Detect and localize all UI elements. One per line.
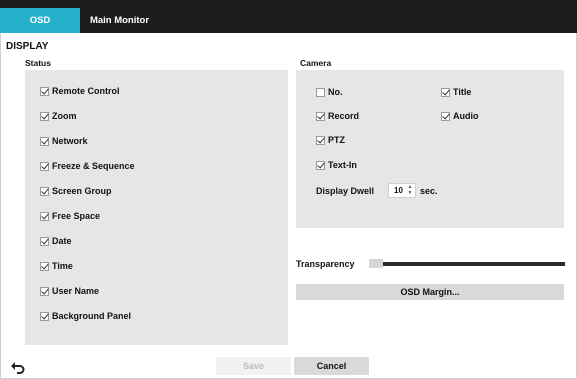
checkbox-user-name[interactable]: User Name <box>40 286 99 296</box>
transparency-slider-track[interactable] <box>369 262 565 266</box>
checkbox-label: Title <box>453 87 472 97</box>
checkbox-label: Date <box>52 236 72 246</box>
checkbox-label: PTZ <box>328 135 345 145</box>
checkbox-network[interactable]: Network <box>40 136 88 146</box>
checkbox-remote-control[interactable]: Remote Control <box>40 86 120 96</box>
checkbox-time[interactable]: Time <box>40 261 73 271</box>
checkbox-icon[interactable] <box>40 211 49 221</box>
checkbox-text-in[interactable]: Text-In <box>316 160 357 170</box>
checkbox-icon[interactable] <box>316 87 325 97</box>
checkbox-label: Freeze & Sequence <box>52 161 135 171</box>
checkbox-background-panel[interactable]: Background Panel <box>40 311 131 321</box>
checkbox-label: Time <box>52 261 73 271</box>
back-arrow-icon <box>11 362 25 374</box>
checkbox-audio[interactable]: Audio <box>441 111 479 121</box>
tab-osd[interactable]: OSD <box>0 8 80 33</box>
checkbox-label: Remote Control <box>52 86 120 96</box>
display-dwell-label: Display Dwell <box>316 186 375 196</box>
section-title-display: DISPLAY <box>6 41 49 52</box>
checkbox-icon[interactable] <box>40 286 49 296</box>
checkbox-title[interactable]: Title <box>441 87 471 97</box>
checkbox-label: Screen Group <box>52 186 112 196</box>
display-dwell-value: 10 <box>394 186 403 195</box>
camera-group-title: Camera <box>300 58 332 68</box>
save-button[interactable]: Save <box>216 357 291 375</box>
checkbox-label: Network <box>52 136 88 146</box>
checkbox-label: Record <box>328 111 360 121</box>
checkbox-icon[interactable] <box>441 111 450 121</box>
display-dwell-unit: sec. <box>420 186 438 196</box>
checkbox-zoom[interactable]: Zoom <box>40 111 77 121</box>
tab-bar: OSD Main Monitor <box>0 0 577 33</box>
checkbox-icon[interactable] <box>316 111 325 121</box>
checkbox-icon[interactable] <box>40 311 49 321</box>
checkbox-date[interactable]: Date <box>40 236 72 246</box>
checkbox-label: Free Space <box>52 211 101 221</box>
checkbox-icon[interactable] <box>316 160 325 170</box>
transparency-label: Transparency <box>296 259 355 269</box>
checkbox-label: Zoom <box>52 111 77 121</box>
spin-arrows[interactable]: ▲ ▼ <box>407 185 413 196</box>
checkbox-label: Audio <box>453 111 479 121</box>
checkbox-icon[interactable] <box>40 236 49 246</box>
checkbox-icon[interactable] <box>40 161 49 171</box>
checkbox-icon[interactable] <box>40 86 49 96</box>
checkbox-icon[interactable] <box>40 111 49 121</box>
checkbox-label: Text-In <box>328 160 357 170</box>
checkbox-record[interactable]: Record <box>316 111 359 121</box>
checkbox-screen-group[interactable]: Screen Group <box>40 186 112 196</box>
checkbox-label: Background Panel <box>52 311 132 321</box>
checkbox-icon[interactable] <box>40 136 49 146</box>
checkbox-free-space[interactable]: Free Space <box>40 211 100 221</box>
checkbox-icon[interactable] <box>40 186 49 196</box>
checkbox-ptz[interactable]: PTZ <box>316 135 345 145</box>
checkbox-label: User Name <box>52 286 100 296</box>
display-dwell-spinbox[interactable]: 10 ▲ ▼ <box>388 183 416 198</box>
checkbox-icon[interactable] <box>40 261 49 271</box>
cancel-button[interactable]: Cancel <box>294 357 369 375</box>
checkbox-icon[interactable] <box>316 135 325 145</box>
transparency-slider-handle[interactable] <box>369 259 383 268</box>
osd-margin-button[interactable]: OSD Margin... <box>296 284 564 300</box>
checkbox-no[interactable]: No. <box>316 87 343 97</box>
checkbox-label: No. <box>328 87 343 97</box>
back-button[interactable] <box>10 360 26 374</box>
status-group-title: Status <box>25 58 51 68</box>
spin-down-icon[interactable]: ▼ <box>408 191 413 196</box>
tab-main-monitor[interactable]: Main Monitor <box>80 8 159 33</box>
checkbox-freeze-sequence[interactable]: Freeze & Sequence <box>40 161 135 171</box>
checkbox-icon[interactable] <box>441 87 450 97</box>
